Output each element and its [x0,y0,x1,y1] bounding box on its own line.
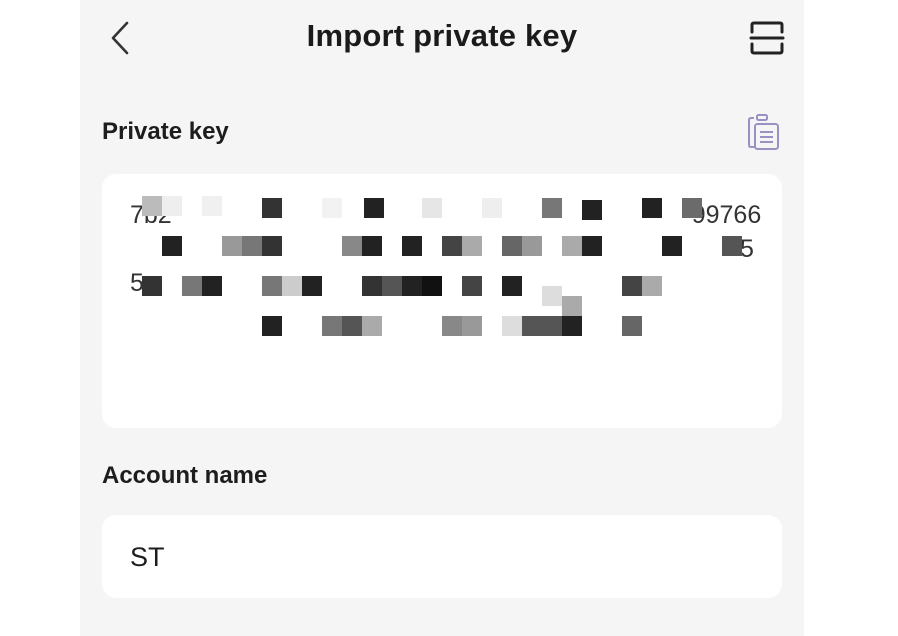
scan-icon [749,21,785,55]
paste-button[interactable] [744,112,784,152]
account-name-input[interactable] [130,537,750,577]
private-key-field[interactable]: 7b2 99766 5 5 [102,174,782,428]
page-title: Import private key [306,18,578,53]
key-fragment: 7b2 [130,201,172,229]
account-name-label: Account name [102,462,268,489]
key-fragment: 5 [130,269,144,297]
private-key-value: 7b2 99766 5 5 [130,198,770,300]
account-name-field[interactable] [102,515,782,598]
scan-button[interactable] [747,18,787,58]
clipboard-icon [748,114,779,150]
import-private-key-screen: Import private key Private key 7b2 99766 … [80,0,804,636]
key-fragment: 5 [740,235,754,263]
header: Import private key [80,0,804,78]
key-fragment: 99766 [691,201,762,229]
private-key-label: Private key [102,118,229,145]
